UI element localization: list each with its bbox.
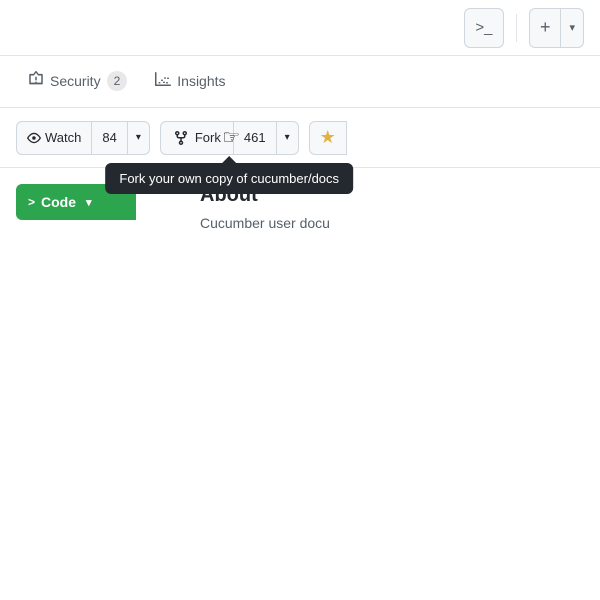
action-bar: Watch 84 ▾ Fork 461 ▾ Fork your: [0, 108, 600, 168]
fork-chevron[interactable]: ▾: [276, 122, 298, 154]
insights-icon: [155, 71, 171, 91]
watch-button[interactable]: Watch 84 ▾: [16, 121, 150, 155]
tab-insights-label: Insights: [177, 73, 225, 89]
code-label: Code: [41, 194, 76, 210]
left-column: > Code ▾: [16, 184, 176, 231]
watch-count-value: 84: [102, 130, 116, 145]
fork-count-value: 461: [244, 130, 266, 145]
chevron-down-icon: ▾: [561, 9, 583, 47]
fork-button-wrapper: Fork 461 ▾ Fork your own copy of cucumbe…: [160, 121, 299, 155]
star-icon: ★: [320, 127, 336, 148]
top-bar: >_ + ▾: [0, 0, 600, 56]
content-area: > Code ▾ About Cucumber user docu: [0, 168, 600, 247]
fork-button[interactable]: Fork 461 ▾: [160, 121, 299, 155]
tab-security[interactable]: Security 2: [16, 56, 139, 107]
eye-icon: [27, 131, 41, 145]
code-button[interactable]: > Code ▾: [16, 184, 136, 220]
about-title: About: [200, 184, 584, 207]
watch-chevron[interactable]: ▾: [127, 122, 149, 154]
terminal-icon: >_: [475, 19, 492, 36]
plus-icon: +: [530, 9, 562, 47]
tab-security-label: Security: [50, 73, 101, 89]
tab-insights[interactable]: Insights: [143, 56, 237, 107]
watch-label: Watch: [45, 130, 81, 145]
watch-main: Watch: [17, 122, 92, 154]
watch-count-section: 84: [92, 122, 126, 154]
code-chevron: ▾: [86, 196, 92, 209]
security-badge: 2: [107, 71, 128, 91]
about-text: Cucumber user docu: [200, 215, 584, 231]
fork-label: Fork: [195, 130, 221, 145]
chevron-down-icon: ▾: [285, 132, 290, 143]
fork-count-section: 461: [234, 122, 276, 154]
code-arrow-left: >: [28, 195, 35, 209]
star-button[interactable]: ★: [309, 121, 347, 155]
chevron-down-icon: ▾: [136, 132, 141, 143]
fork-main: Fork: [161, 122, 234, 154]
nav-tabs: Security 2 Insights: [0, 56, 600, 108]
fork-icon: [173, 130, 189, 146]
right-column: About Cucumber user docu: [200, 184, 584, 231]
new-button[interactable]: + ▾: [529, 8, 584, 48]
security-icon: [28, 71, 44, 91]
divider: [516, 14, 517, 42]
terminal-button[interactable]: >_: [464, 8, 504, 48]
